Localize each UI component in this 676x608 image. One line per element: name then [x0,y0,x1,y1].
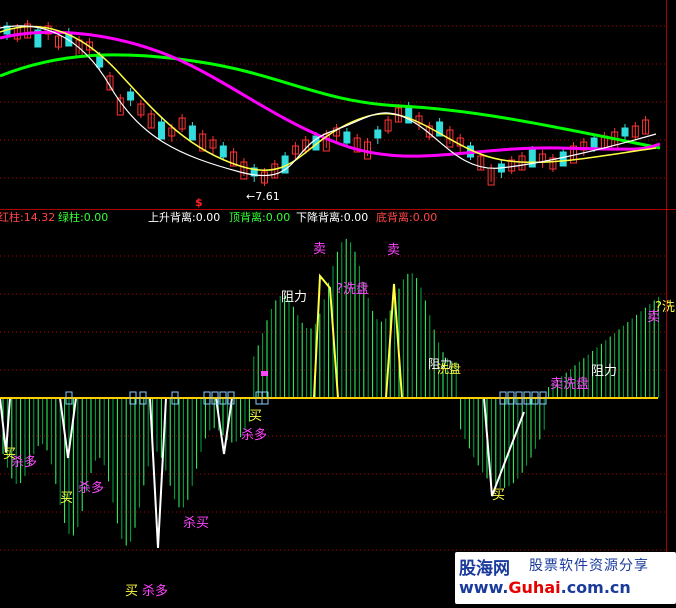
candle-body [374,129,382,139]
label-kill-long-3: 杀多 [142,583,168,599]
red-bar-value: 红柱:14.32 [0,211,56,224]
bottom-divergence-value: 底背离:0.00 [376,211,438,224]
indicator-status-bar: 红柱:14.32 绿柱:0.00 上升背离:0.00 顶背离:0.00 下降背离… [0,209,676,226]
label-buy-5: 买 [492,488,505,503]
label-resistance-1: 阻力 [281,290,307,305]
label-buy-2: 买 [60,491,73,506]
signal-spike [0,397,11,453]
candle-body [343,131,351,144]
candle-body [127,91,135,101]
indicator-svg: 买 杀多 买 杀多 买 杀多 杀买 买 杀多 阻力 卖 ?洗盘 卖 阻力 洗盘 … [0,238,675,599]
fall-divergence-value: 下降背离:0.00 [296,211,369,224]
label-sell-2: 卖 [387,243,400,258]
watermark-url-suffix: .com.cn [560,578,631,597]
signal-spike [313,273,339,399]
watermark-url: www.Guhai.com.cn [459,578,631,597]
label-sell-1: 卖 [313,242,326,257]
label-buy-3: 买 [125,584,138,599]
label-buy-4: 买 [249,409,262,424]
label-wash-1: 洗盘 [437,361,461,376]
label-q-wash-cut: ?洗 [655,300,675,315]
candle-body [219,145,227,158]
top-divergence-value: 顶背离:0.00 [229,211,291,224]
label-sell-wash: 卖洗盘 [550,376,589,392]
green-bar-value: 绿柱:0.00 [58,211,109,224]
watermark-url-prefix: www. [459,578,509,597]
flag-marker: $ [195,196,203,209]
label-kill-buy: 杀买 [183,516,209,531]
label-kill-long-4: 杀多 [241,427,267,443]
candle-body [188,125,196,141]
price-chart-svg: ←7.61 $ [0,20,666,209]
rise-divergence-value: 上升背离:0.00 [148,211,221,224]
label-q-wash: ?洗盘 [336,281,369,297]
signal-spike [385,283,403,399]
indicator-histogram [2,238,660,546]
marker-square [261,371,268,376]
watermark-banner: 股海网 股票软件资源分享 www.Guhai.com.cn [455,552,676,604]
label-kill-long-2: 杀多 [78,480,104,496]
label-kill-long-1: 杀多 [11,454,37,470]
candle-body [621,127,629,137]
right-axis-border [666,0,667,604]
price-chart-panel[interactable]: ←7.61 $ [0,0,676,210]
candle-body [158,121,165,140]
watermark-url-brand: Guhai [508,578,561,597]
indicator-panel[interactable]: 买 杀多 买 杀多 买 杀多 杀买 买 杀多 阻力 卖 ?洗盘 卖 阻力 洗盘 … [0,226,676,604]
candle-body [559,151,567,167]
candle-body [96,55,104,68]
watermark-logo: 股海网 [459,559,510,579]
ma-white-line [0,25,657,177]
low-price-marker: ←7.61 [246,190,280,203]
watermark-slogan: 股票软件资源分享 [529,558,649,574]
label-resistance-3: 阻力 [591,364,617,379]
